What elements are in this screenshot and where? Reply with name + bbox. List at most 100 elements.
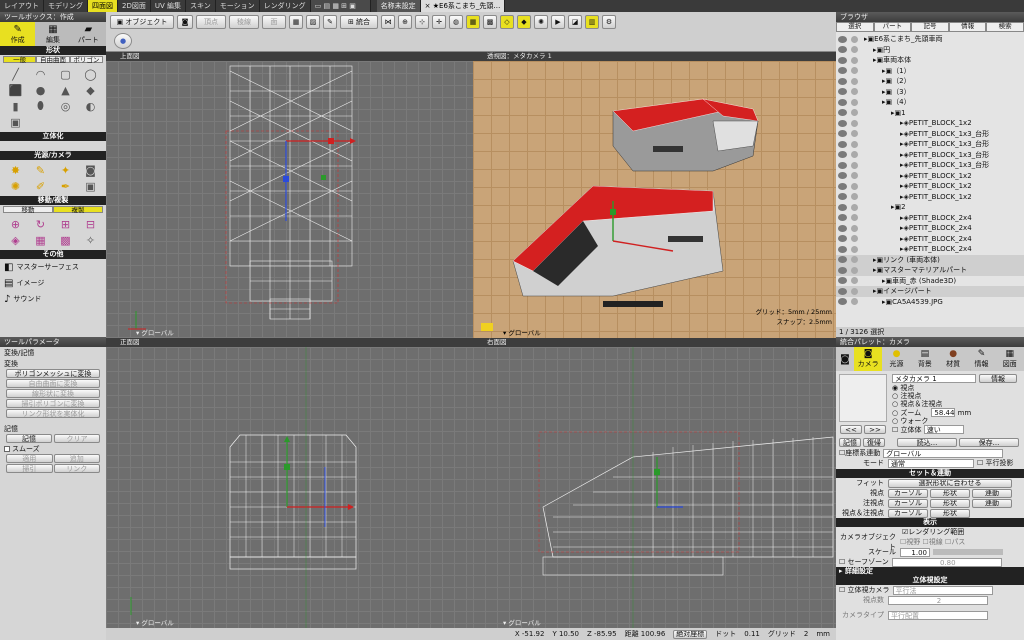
eye-count-input[interactable]: 2 xyxy=(888,595,988,605)
tree-item[interactable]: ▸▣ 車両本体 xyxy=(836,55,1024,66)
lamp-icon[interactable]: ✒ xyxy=(54,179,77,193)
copy-move-icon[interactable]: ⊕ xyxy=(4,217,27,231)
section-detail[interactable]: ▸ 詳細設定 xyxy=(836,567,1024,576)
eye-icon[interactable] xyxy=(838,119,847,127)
tab-2d[interactable]: 2D図面 xyxy=(118,0,151,12)
eye-icon[interactable] xyxy=(838,277,847,285)
tree-item[interactable]: ▸▣ 車両_赤 (Shade3D) xyxy=(836,276,1024,287)
mode-edit[interactable]: ▦ 編集 xyxy=(35,22,70,46)
ptab-drawing[interactable]: ▦ 図面 xyxy=(996,347,1024,371)
mode-create[interactable]: ✎ 作成 xyxy=(0,22,36,46)
tree-item[interactable]: ▸▣ （2） xyxy=(836,76,1024,87)
scale-input[interactable]: 1.00 xyxy=(900,547,930,557)
spot-light-icon[interactable]: ✎ xyxy=(29,163,52,177)
tab-modeling[interactable]: モデリング xyxy=(44,0,88,12)
point-light-icon[interactable]: ✦ xyxy=(54,163,77,177)
safe-zone-check[interactable]: ☐ セーフゾーン xyxy=(839,557,889,567)
lock-icon[interactable] xyxy=(851,35,858,43)
settings-icon[interactable]: ⚙ xyxy=(602,15,616,29)
add-button[interactable]: 追加 xyxy=(53,454,100,463)
lock-icon[interactable] xyxy=(851,203,858,211)
target-icon[interactable]: ⊕ xyxy=(398,15,412,29)
ellipsoid-icon[interactable]: ⬮ xyxy=(29,99,52,113)
scale-slider[interactable] xyxy=(933,549,1003,555)
set-b1-button[interactable]: カーソル xyxy=(888,498,928,508)
unit-select[interactable]: mm xyxy=(816,630,830,638)
cone-icon[interactable]: ▲ xyxy=(54,83,77,97)
cam-type-select[interactable]: 平行配置 xyxy=(888,610,988,620)
tree-item[interactable]: ▸◈ PETIT_BLOCK_1x2 xyxy=(836,171,1024,182)
eye-icon[interactable] xyxy=(838,77,847,85)
eye-icon[interactable] xyxy=(838,182,847,190)
radio-walk[interactable]: ○ ウォーク xyxy=(892,417,971,425)
link-button[interactable]: リンク xyxy=(53,464,100,473)
stereo-select[interactable]: 速い xyxy=(923,425,964,434)
eye-icon[interactable] xyxy=(838,151,847,159)
tree-item[interactable]: ▸◈ PETIT_BLOCK_1x3_台形 xyxy=(836,160,1024,171)
layout-icons[interactable]: ▭ ▤ ▦ ⊞ ▣ xyxy=(310,0,371,12)
eye-icon[interactable] xyxy=(838,109,847,117)
set-b3-button[interactable]: 連動 xyxy=(972,498,1012,508)
tree-item[interactable]: ▸◈ PETIT_BLOCK_2x4 xyxy=(836,244,1024,255)
tab-skin[interactable]: スキン xyxy=(186,0,216,12)
smooth-row[interactable]: スムーズ xyxy=(0,443,106,454)
lock-icon[interactable] xyxy=(851,224,858,232)
lock-icon[interactable] xyxy=(851,151,858,159)
eye-icon[interactable] xyxy=(838,224,847,232)
eye-icon[interactable] xyxy=(838,287,847,295)
stereo-check[interactable]: ☐ 立体体 速い xyxy=(892,425,971,434)
tree-item[interactable]: ▸▣ イメージパート xyxy=(836,286,1024,297)
eye-icon[interactable] xyxy=(838,35,847,43)
lock-icon[interactable] xyxy=(851,172,858,180)
lock-icon[interactable] xyxy=(851,77,858,85)
tab-layout[interactable]: レイアウト xyxy=(0,0,44,12)
tree-item[interactable]: ▸◈ PETIT_BLOCK_2x4 xyxy=(836,213,1024,224)
ptab-light[interactable]: ● 光源 xyxy=(882,347,910,371)
lock-icon[interactable] xyxy=(851,266,858,274)
to-sweep-polygon-button[interactable]: 掃引ポリゴンに変換 xyxy=(6,399,100,408)
light-display-icon[interactable]: ✺ xyxy=(534,15,548,29)
zoom-input[interactable]: 58.44 xyxy=(931,408,956,417)
lock-icon[interactable] xyxy=(851,67,858,75)
tree-item[interactable]: ▸▣ （1） xyxy=(836,66,1024,77)
lock-icon[interactable] xyxy=(851,140,858,148)
doc-tab-untitled[interactable]: 名称未設定 xyxy=(376,0,421,12)
object-mode-button[interactable]: ▣ オブジェクト xyxy=(110,15,174,29)
eye-icon[interactable] xyxy=(838,98,847,106)
tab-move[interactable]: 移動 xyxy=(3,206,53,214)
snap-icon[interactable]: ⊹ xyxy=(415,15,429,29)
cam-restore-button[interactable]: 復帰 xyxy=(863,438,885,447)
wire-icon[interactable]: ▦ xyxy=(289,15,303,29)
set-b2-button[interactable]: 形状 xyxy=(930,498,970,508)
lock-icon[interactable] xyxy=(851,182,858,190)
set-b3-button[interactable]: 連動 xyxy=(972,488,1012,498)
paint-icon[interactable]: ✎ xyxy=(323,15,337,29)
texture-icon[interactable]: ▥ xyxy=(585,15,599,29)
coord-mode-select[interactable]: 絶対座標 xyxy=(673,629,708,639)
tree-item[interactable]: ▸▣ 1 xyxy=(836,108,1024,119)
tab-freeform[interactable]: 自由曲面 xyxy=(36,56,70,64)
lock-icon[interactable] xyxy=(851,56,858,64)
line-light-icon[interactable]: ✐ xyxy=(29,179,52,193)
eye-icon[interactable] xyxy=(838,56,847,64)
vertex-button[interactable]: 頂点 xyxy=(196,15,226,29)
ptab-material[interactable]: ● 材質 xyxy=(939,347,967,371)
eye-icon[interactable] xyxy=(838,214,847,222)
mode-part[interactable]: ▰ パート xyxy=(71,22,106,46)
grid-icon[interactable]: ▩ xyxy=(483,15,497,29)
viewport-front-foot[interactable]: ▾ グローバル xyxy=(106,619,473,628)
cylinder-icon[interactable]: ▮ xyxy=(4,99,27,113)
lock-icon[interactable] xyxy=(851,235,858,243)
tree-item[interactable]: ▸◈ PETIT_BLOCK_1x3_台形 xyxy=(836,129,1024,140)
to-line-button[interactable]: 線形状に変換 xyxy=(6,389,100,398)
ptab-info[interactable]: ✎ 情報 xyxy=(967,347,995,371)
merge-button[interactable]: ⊞ 統合 xyxy=(340,15,378,29)
eye-icon[interactable] xyxy=(838,235,847,243)
set-b1-button[interactable]: カーソル xyxy=(888,508,928,518)
image-item[interactable]: ▤ イメージ xyxy=(0,275,106,291)
disc-icon[interactable]: ◐ xyxy=(79,99,102,113)
copy-mirror-icon[interactable]: ◈ xyxy=(4,233,27,247)
rect-icon[interactable]: ▢ xyxy=(54,67,77,81)
palette-camera-icon[interactable]: ◙ xyxy=(836,347,854,371)
tab-rendering[interactable]: レンダリング xyxy=(260,0,311,12)
